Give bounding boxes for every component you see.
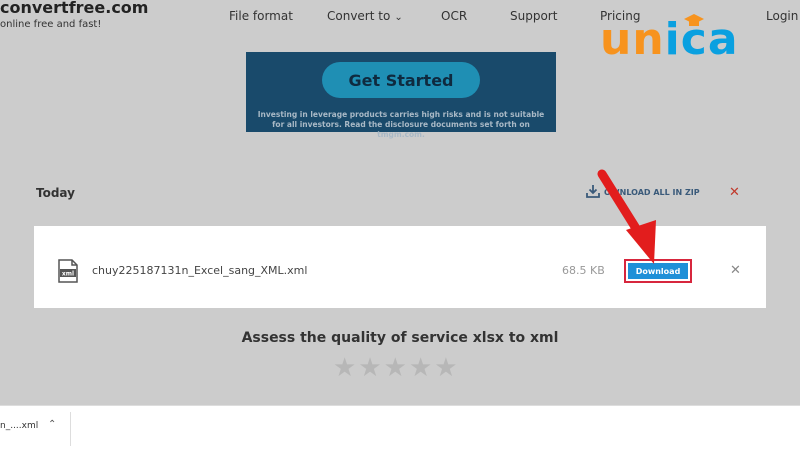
nav-support-label: Support [510,9,558,23]
chevron-down-icon: ⌄ [394,12,403,23]
svg-text:xml: xml [62,271,74,278]
nav-convert-to-label: Convert to [327,9,391,23]
browser-downloads-bar: n_....xml ⌃ [0,405,800,450]
nav-ocr-label: OCR [441,9,468,23]
star-icon-1[interactable]: ★ [333,354,356,382]
nav-support[interactable]: Support [510,9,557,23]
brand-letter-a: a [707,14,739,65]
star-icon-2[interactable]: ★ [358,354,381,382]
nav-convert-to[interactable]: Convert to ⌄ [327,9,403,23]
site-tagline: online free and fast! [0,19,102,30]
site-logo[interactable]: convertfree.com [0,0,148,17]
section-title-today: Today [36,186,75,200]
nav-login[interactable]: Login [766,9,798,23]
ad-disclaimer: Investing in leverage products carries h… [257,110,545,139]
star-icon-5[interactable]: ★ [434,354,457,382]
file-name: chuy225187131n_Excel_sang_XML.xml [92,264,308,277]
xml-file-icon: xml [58,259,78,283]
nav-file-format[interactable]: File format [229,9,293,23]
brand-letter-i: i [664,14,681,65]
nav-ocr[interactable]: OCR [441,9,467,23]
brand-letter-u: u [600,14,633,65]
star-icon-3[interactable]: ★ [384,354,407,382]
rating-stars: ★ ★ ★ ★ ★ [333,354,458,382]
graduation-cap-icon [684,14,704,26]
rating-title: Assess the quality of service xlsx to xm… [241,330,559,346]
downloaded-file-item[interactable]: n_....xml [0,421,38,431]
red-arrow-annotation-icon [597,169,656,264]
divider [70,412,71,446]
remove-file-close-icon[interactable]: ✕ [730,263,741,278]
close-icon[interactable]: ✕ [729,185,740,200]
nav-login-label: Login [766,9,799,23]
brand-letter-n: n [632,14,665,65]
get-started-button[interactable]: Get Started [322,62,480,98]
star-icon-4[interactable]: ★ [409,354,432,382]
nav-file-format-label: File format [229,9,293,23]
unica-watermark-logo: u n i c a [600,14,739,62]
chevron-up-icon[interactable]: ⌃ [48,419,56,430]
ad-banner[interactable]: Get Started Investing in leverage produc… [246,52,556,139]
